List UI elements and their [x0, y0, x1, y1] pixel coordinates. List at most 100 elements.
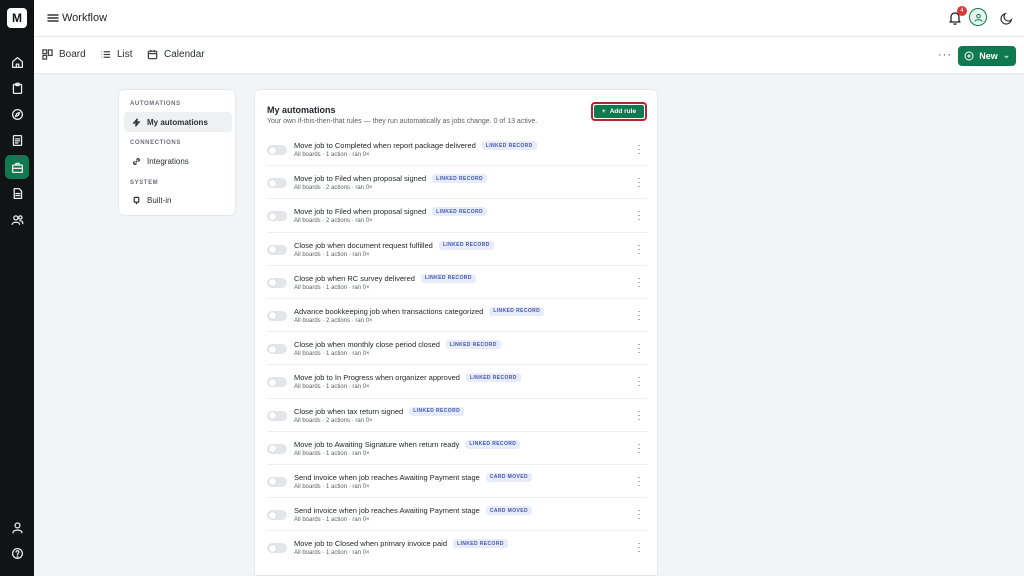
- rule-name[interactable]: Move job to Filed when proposal signed: [294, 174, 426, 183]
- rule-trigger-tag: LINKED RECORD: [489, 306, 545, 316]
- rule-name[interactable]: Move job to Completed when report packag…: [294, 141, 476, 150]
- list-item: Close job when RC survey delivered LINKED…: [267, 266, 647, 299]
- kebab-menu-icon[interactable]: · · ·: [637, 406, 641, 423]
- system-heading: SYSTEM: [130, 180, 159, 186]
- view-bar: Board List Calendar ··· New: [34, 37, 1024, 74]
- nav-integrations[interactable]: Integrations: [124, 151, 232, 171]
- hamburger-menu-icon[interactable]: [46, 11, 60, 25]
- rule-toggle[interactable]: [267, 211, 287, 222]
- rule-meta: All boards · 1 action · ran 0×: [294, 483, 370, 490]
- rule-name[interactable]: Move job to Closed when primary invoice …: [294, 539, 447, 548]
- rule-toggle[interactable]: [267, 476, 287, 487]
- rule-trigger-tag: LINKED RECORD: [432, 174, 488, 184]
- document-icon[interactable]: [5, 128, 29, 152]
- kebab-menu-icon[interactable]: · · ·: [637, 273, 641, 290]
- list-item: Move job to Awaiting Signature when retu…: [267, 432, 647, 465]
- home-icon[interactable]: [5, 50, 29, 74]
- rule-toggle[interactable]: [267, 244, 287, 255]
- users-icon[interactable]: [5, 207, 29, 231]
- rule-name[interactable]: Move job to Filed when proposal signed: [294, 207, 426, 216]
- tab-board[interactable]: Board: [42, 49, 86, 60]
- rule-name[interactable]: Close job when document request fulfille…: [294, 241, 433, 250]
- list-item: Close job when monthly close period clos…: [267, 332, 647, 366]
- rule-meta: All boards · 1 action · ran 0×: [294, 450, 370, 457]
- top-bar: Workflow 4: [34, 0, 1024, 37]
- kebab-menu-icon[interactable]: · · ·: [637, 439, 641, 456]
- rule-trigger-tag: LINKED RECORD: [420, 273, 476, 283]
- tab-calendar-label: Calendar: [164, 49, 205, 60]
- rule-meta: All boards · 1 action · ran 0×: [294, 517, 370, 524]
- rule-trigger-tag: LINKED RECORD: [465, 373, 521, 383]
- automations-heading: AUTOMATIONS: [130, 101, 181, 107]
- help-icon[interactable]: [5, 541, 29, 565]
- tab-calendar[interactable]: Calendar: [147, 49, 205, 60]
- clipboard-icon[interactable]: [5, 76, 29, 100]
- rule-name[interactable]: Advance bookkeeping job when transaction…: [294, 307, 483, 316]
- link-icon: [132, 157, 141, 165]
- list-item: Move job to Completed when report packag…: [267, 133, 647, 167]
- rule-meta: All boards · 1 action · ran 0×: [294, 251, 370, 258]
- rule-name[interactable]: Close job when RC survey delivered: [294, 274, 415, 283]
- kebab-menu-icon[interactable]: · · ·: [637, 472, 641, 489]
- rule-trigger-tag: LINKED RECORD: [453, 539, 508, 549]
- rule-toggle[interactable]: [267, 510, 287, 521]
- rule-meta: All boards · 1 action · ran 0×: [294, 351, 370, 358]
- notification-badge: 4: [957, 6, 967, 16]
- rule-trigger-tag: CARD MOVED: [485, 506, 532, 516]
- rule-toggle[interactable]: [267, 377, 287, 388]
- list-item: Close job when tax return signed LINKED R…: [267, 399, 647, 432]
- rule-toggle[interactable]: [267, 145, 287, 155]
- rule-name[interactable]: Move job to In Progress when organizer a…: [294, 373, 460, 382]
- chevron-down-icon: [1004, 55, 1009, 58]
- rule-name[interactable]: Send invoice when job reaches Awaiting P…: [294, 473, 480, 482]
- lightning-icon: [132, 117, 141, 127]
- rule-trigger-tag: LINKED RECORD: [445, 340, 501, 350]
- rule-toggle[interactable]: [267, 344, 287, 355]
- briefcase-icon[interactable]: [5, 155, 29, 179]
- rule-meta: All boards · 1 action · ran 0×: [294, 384, 370, 391]
- nav-my-automations-label: My automations: [147, 117, 208, 127]
- kebab-menu-icon[interactable]: · · ·: [637, 506, 641, 523]
- moon-icon[interactable]: [1000, 11, 1014, 25]
- kebab-menu-icon[interactable]: · · ·: [637, 141, 641, 158]
- list-item: Move job to Closed when primary invoice …: [267, 531, 647, 564]
- tab-board-label: Board: [59, 49, 86, 60]
- rule-name[interactable]: Send invoice when job reaches Awaiting P…: [294, 506, 480, 515]
- kebab-menu-icon[interactable]: · · ·: [637, 207, 641, 224]
- avatar[interactable]: [969, 8, 987, 26]
- new-button[interactable]: New: [958, 46, 1016, 66]
- app-logo[interactable]: M: [7, 8, 27, 28]
- rule-toggle[interactable]: [267, 443, 287, 454]
- rule-toggle[interactable]: [267, 410, 287, 421]
- compass-icon[interactable]: [5, 102, 29, 126]
- rule-toggle[interactable]: [267, 178, 287, 189]
- rules-list: Move job to Completed when report packag…: [267, 133, 647, 564]
- add-rule-button[interactable]: + Add rule: [594, 105, 644, 118]
- list-item: Close job when document request fulfille…: [267, 233, 647, 266]
- rule-name[interactable]: Close job when monthly close period clos…: [294, 340, 440, 349]
- rule-trigger-tag: CARD MOVED: [485, 472, 532, 482]
- chip-icon: [133, 196, 140, 204]
- nav-built-in[interactable]: Built-in: [124, 190, 232, 210]
- kebab-menu-icon[interactable]: · · ·: [637, 240, 641, 257]
- file-icon[interactable]: [5, 181, 29, 205]
- more-options-button[interactable]: ···: [938, 49, 952, 61]
- rule-name[interactable]: Close job when tax return signed: [294, 407, 403, 416]
- user-icon[interactable]: [5, 515, 29, 539]
- rule-meta: All boards · 2 actions · ran 0×: [294, 317, 373, 324]
- rule-name[interactable]: Move job to Awaiting Signature when retu…: [294, 440, 459, 449]
- rule-toggle[interactable]: [267, 310, 287, 321]
- list-item: Move job to In Progress when organizer a…: [267, 365, 647, 399]
- connections-heading: CONNECTIONS: [130, 140, 181, 146]
- kebab-menu-icon[interactable]: · · ·: [637, 373, 641, 390]
- kebab-menu-icon[interactable]: · · ·: [637, 174, 641, 191]
- tab-list[interactable]: List: [100, 49, 133, 60]
- rule-toggle[interactable]: [267, 543, 287, 554]
- rule-toggle[interactable]: [267, 277, 287, 288]
- nav-my-automations[interactable]: My automations: [124, 112, 232, 132]
- kebab-menu-icon[interactable]: · · ·: [637, 539, 641, 556]
- kebab-menu-icon[interactable]: · · ·: [637, 306, 641, 323]
- kebab-menu-icon[interactable]: · · ·: [637, 340, 641, 357]
- rule-meta: All boards · 1 action · ran 0×: [294, 284, 370, 291]
- rule-meta: All boards · 1 action · ran 0×: [294, 152, 370, 158]
